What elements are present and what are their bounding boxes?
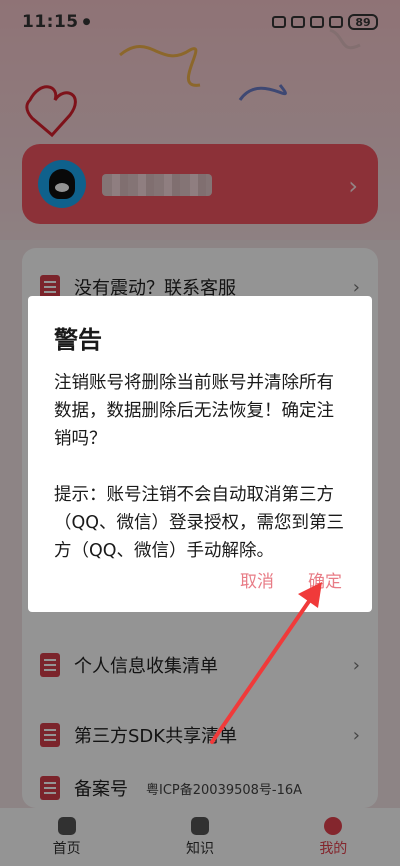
dialog-message: 注销账号将删除当前账号并清除所有数据，数据删除后无法恢复！确定注销吗？ 提示：账… (54, 373, 345, 561)
notification-icon: ● (82, 17, 91, 27)
signal-icon (329, 16, 343, 28)
battery-icon: 89 (348, 14, 378, 30)
status-bar: 11:15 ● 89 (0, 0, 400, 44)
cancel-button[interactable]: 取消 (240, 567, 274, 592)
alarm-icon (291, 16, 305, 28)
status-icons: 89 (272, 14, 378, 30)
status-time: 11:15 (22, 12, 79, 32)
dialog-title: 警告 (54, 326, 102, 354)
dialog-actions: 取消 确定 (28, 567, 372, 592)
nfc-icon (272, 16, 286, 28)
confirm-button[interactable]: 确定 (308, 567, 342, 592)
vibrate-icon (310, 16, 324, 28)
warning-dialog: 警告 注销账号将删除当前账号并清除所有数据，数据删除后无法恢复！确定注销吗？ 提… (28, 296, 372, 612)
